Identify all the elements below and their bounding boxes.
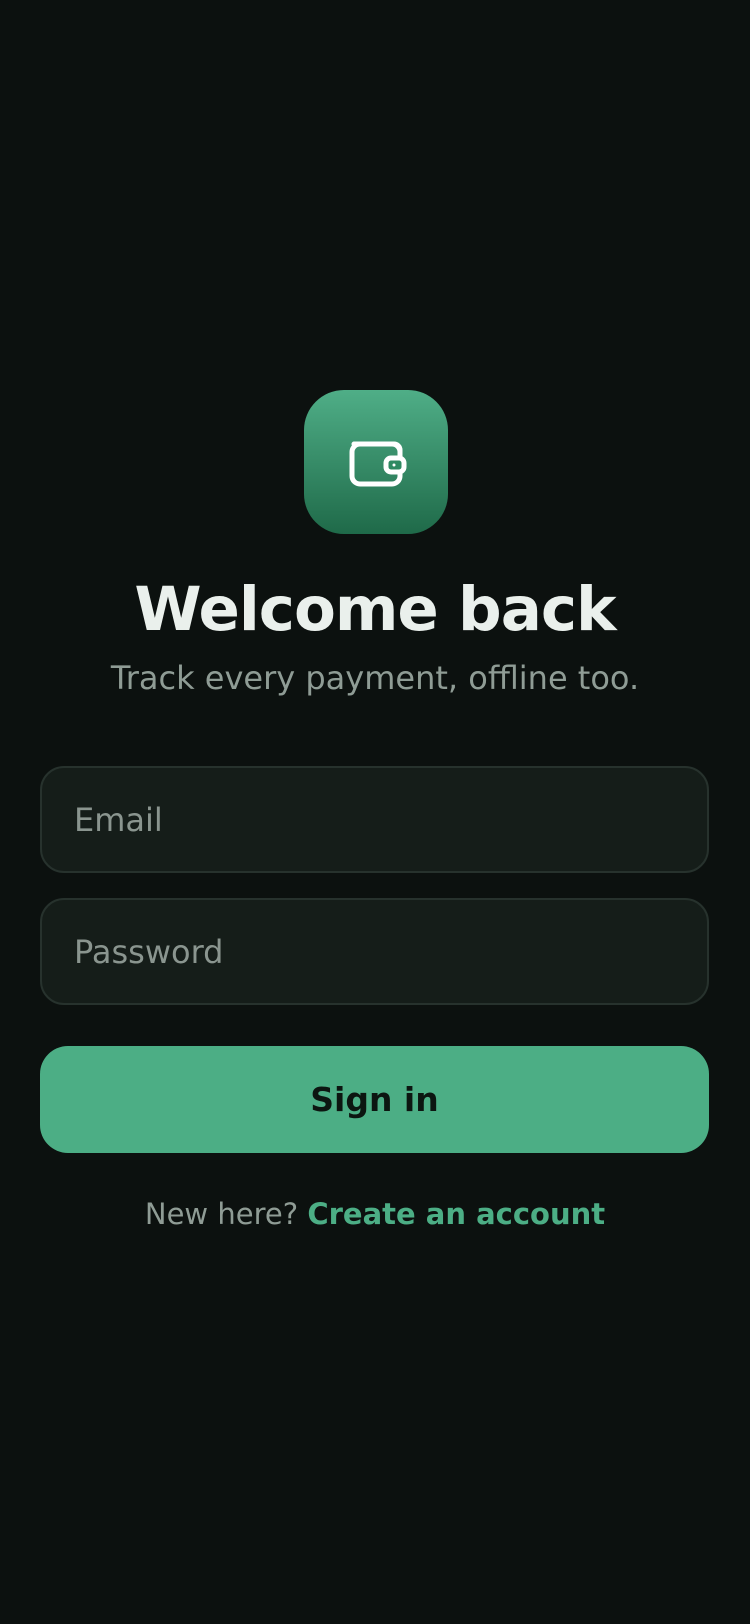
signup-prompt-text: New here? [144, 1197, 299, 1231]
login-screen: Welcome back Track every payment, offlin… [0, 0, 750, 1624]
sign-in-button[interactable]: Sign in [40, 1046, 709, 1153]
page-title: Welcome back [134, 574, 616, 645]
wallet-icon [344, 430, 408, 494]
signup-prompt: New here? Create an account [0, 1192, 750, 1236]
email-field[interactable] [40, 766, 709, 873]
page-subtitle: Track every payment, offline too. [110, 659, 640, 697]
create-account-link[interactable]: Create an account [307, 1197, 605, 1231]
app-logo [304, 390, 448, 534]
password-field[interactable] [40, 898, 709, 1005]
